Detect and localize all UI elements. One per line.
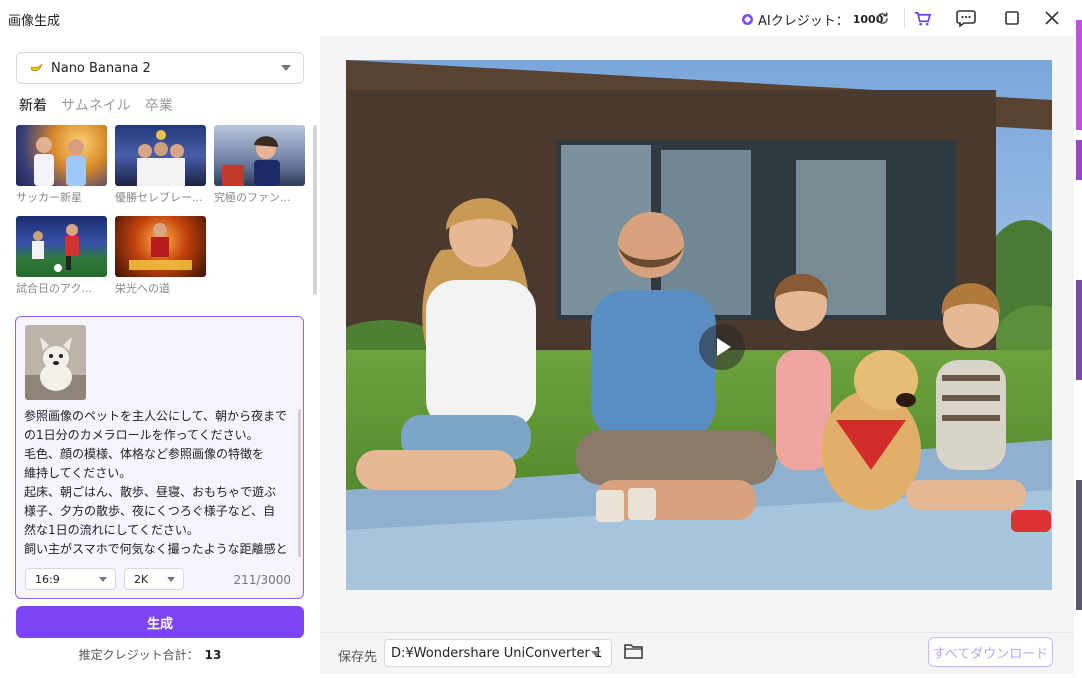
template-caption: 優勝セレブレー...: [115, 191, 203, 204]
refresh-icon[interactable]: [872, 8, 892, 28]
prompt-line: 様子、夕方の散歩、夜にくつろぐ様子など、自: [24, 504, 276, 518]
chevron-down-icon: [99, 577, 107, 582]
prompt-line: 維持してください。: [24, 466, 132, 480]
save-location-label: 保存先: [338, 650, 378, 665]
folder-icon[interactable]: [624, 643, 643, 663]
template-tabs: 新着 サムネイル 卒業: [19, 95, 173, 115]
template-thumbnail: [16, 216, 107, 277]
template-caption: 究極のファン...: [214, 191, 291, 204]
estimated-credits-value: 13: [204, 648, 222, 662]
chat-icon[interactable]: [956, 8, 976, 28]
template-card[interactable]: 究極のファン...: [214, 125, 305, 205]
image-generation-window: 画像生成 AIクレジット： 1000 Nano Banana 2 新着 サムネイ…: [0, 0, 1074, 674]
template-thumbnail: [115, 216, 206, 277]
close-icon[interactable]: [1042, 8, 1062, 28]
credit-icon: [742, 14, 753, 25]
output-bar: 保存先 D:¥Wondershare UniConverter 1 すべてダウン…: [320, 632, 1074, 674]
play-icon[interactable]: [699, 324, 745, 370]
template-thumbnail: [115, 125, 206, 186]
download-all-button[interactable]: すべてダウンロード: [928, 637, 1053, 667]
estimated-credits-label: 推定クレジット合計：: [78, 648, 199, 662]
tab-graduation[interactable]: 卒業: [145, 95, 173, 115]
template-caption: 試合日のアク...: [16, 282, 92, 295]
banana-icon: [29, 59, 43, 77]
preview-panel: 保存先 D:¥Wondershare UniConverter 1 すべてダウン…: [320, 36, 1074, 674]
title-bar: 画像生成 AIクレジット： 1000: [0, 0, 1074, 36]
chevron-down-icon: [591, 651, 601, 657]
template-scrollbar[interactable]: [313, 125, 317, 295]
resolution-value: 2K: [134, 572, 149, 586]
template-card[interactable]: 栄光への道: [115, 216, 206, 296]
background-window-edge: [1074, 0, 1082, 674]
estimated-credits: 推定クレジット合計： 13: [0, 646, 300, 663]
prompt-line: 起床、朝ごはん、散歩、昼寝、おもちゃで遊ぶ: [24, 485, 277, 499]
prompt-line: 参照画像のペットを主人公にして、朝から夜まで: [24, 409, 288, 423]
credits-label: AIクレジット：: [758, 14, 849, 29]
template-card[interactable]: サッカー新星: [16, 125, 107, 205]
tab-new[interactable]: 新着: [19, 95, 47, 115]
generate-button[interactable]: 生成: [16, 606, 304, 638]
prompt-line: の1日分のカメラロールを作ってください。: [24, 428, 259, 442]
save-path-select[interactable]: D:¥Wondershare UniConverter 1: [384, 639, 612, 667]
resolution-select[interactable]: 2K: [124, 568, 184, 590]
character-counter: 211/3000: [233, 573, 292, 587]
template-thumbnail: [214, 125, 305, 186]
prompt-line: 毛色、顔の模様、体格など参照画像の特徴を: [24, 447, 265, 461]
prompt-textarea[interactable]: 参照画像のペットを主人公にして、朝から夜まで の1日分のカメラロールを作ってくだ…: [24, 407, 294, 559]
reference-image[interactable]: [25, 325, 86, 400]
template-card[interactable]: 試合日のアク...: [16, 216, 107, 296]
model-select[interactable]: Nano Banana 2: [16, 52, 304, 84]
prompt-scrollbar[interactable]: [298, 409, 301, 557]
template-thumbnail: [16, 125, 107, 186]
maximize-icon[interactable]: [1002, 8, 1022, 28]
window-title: 画像生成: [8, 14, 61, 29]
aspect-ratio-select[interactable]: 16:9: [25, 568, 116, 590]
template-grid: サッカー新星 優勝セレブレー... 究極のファン... 試合日のアク... 栄光…: [16, 125, 308, 297]
settings-panel: Nano Banana 2 新着 サムネイル 卒業 サッカー新星 優勝セレブレー…: [0, 36, 320, 674]
template-card[interactable]: 優勝セレブレー...: [115, 125, 206, 205]
aspect-ratio-value: 16:9: [35, 572, 60, 586]
model-select-value: Nano Banana 2: [51, 60, 151, 76]
ai-credits: AIクレジット： 1000: [742, 10, 883, 29]
save-path-value: D:¥Wondershare UniConverter 1: [391, 645, 603, 661]
chevron-down-icon: [281, 65, 291, 71]
cart-icon[interactable]: [912, 8, 932, 28]
generated-preview[interactable]: [346, 60, 1052, 590]
titlebar-divider: [904, 8, 905, 28]
prompt-line: 飼い主がスマホで何気なく撮ったような距離感と: [24, 542, 288, 556]
chevron-down-icon: [167, 577, 175, 582]
template-caption: サッカー新星: [16, 191, 82, 204]
tab-thumbnail[interactable]: サムネイル: [61, 95, 131, 115]
template-caption: 栄光への道: [115, 282, 170, 295]
prompt-line: 然な1日の流れにしてください。: [24, 523, 199, 537]
prompt-box: 参照画像のペットを主人公にして、朝から夜まで の1日分のカメラロールを作ってくだ…: [15, 316, 304, 599]
